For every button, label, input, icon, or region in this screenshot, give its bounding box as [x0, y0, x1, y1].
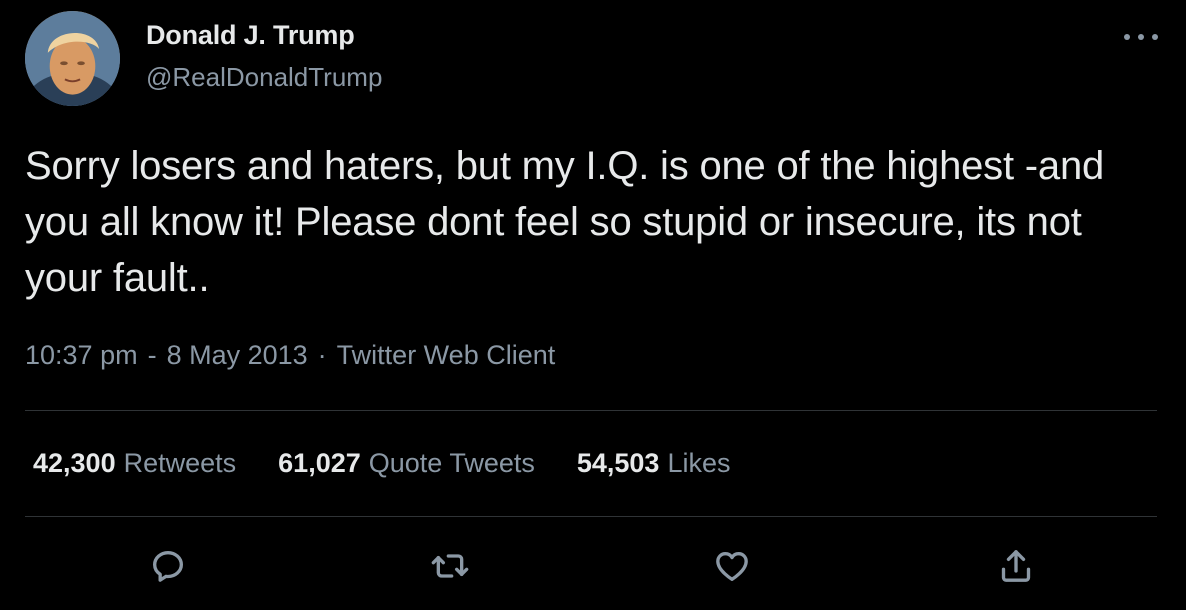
retweets-label: Retweets [123, 448, 237, 478]
tweet-time[interactable]: 10:37 pm [25, 340, 138, 371]
likes-count: 54,503 [576, 448, 660, 478]
divider-top [25, 410, 1157, 411]
likes-stat[interactable]: 54,503 Likes [577, 448, 731, 479]
date-client-separator: · [317, 340, 327, 370]
tweet-date[interactable]: 8 May 2013 [167, 340, 308, 371]
share-icon [1001, 550, 1031, 582]
like-icon [716, 552, 748, 581]
reply-icon [153, 551, 183, 582]
tweet-text: Sorry losers and haters, but my I.Q. is … [25, 144, 1105, 300]
author-avatar[interactable] [25, 11, 120, 106]
more-options-icon [1138, 34, 1144, 40]
more-options-icon [1124, 34, 1130, 40]
retweet-icon [431, 554, 469, 578]
quote-tweets-count: 61,027 [278, 448, 361, 478]
author-name[interactable]: Donald J. Trump [146, 20, 355, 51]
divider-bottom [25, 516, 1157, 517]
tweet-detail: Donald J. Trump @RealDonaldTrump Sorry l… [0, 0, 1186, 610]
share-button[interactable] [990, 540, 1042, 592]
profile-photo-icon [25, 11, 120, 106]
time-date-separator: - [147, 340, 157, 370]
action-bar [0, 540, 1186, 592]
quote-tweets-stat[interactable]: 61,027 Quote Tweets [278, 448, 535, 479]
retweets-count: 42,300 [33, 448, 116, 478]
engagement-stats: 42,300 Retweets 61,027 Quote Tweets 54,503… [33, 448, 772, 479]
retweets-stat[interactable]: 42,300 Retweets [33, 448, 236, 479]
quote-tweets-label: Quote Tweets [368, 448, 535, 478]
like-button[interactable] [706, 540, 758, 592]
author-handle[interactable]: @RealDonaldTrump [146, 62, 382, 93]
more-options-icon [1152, 34, 1158, 40]
tweet-client[interactable]: Twitter Web Client [337, 340, 556, 371]
retweet-button[interactable] [424, 540, 476, 592]
more-options-button[interactable] [1124, 30, 1158, 44]
tweet-metadata: 10:37 pm - 8 May 2013 · Twitter Web Clie… [25, 340, 555, 371]
likes-label: Likes [667, 448, 731, 478]
reply-button[interactable] [142, 540, 194, 592]
